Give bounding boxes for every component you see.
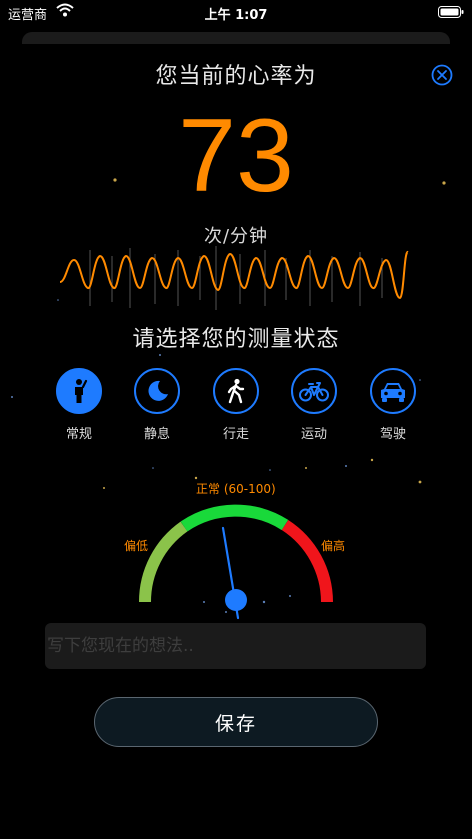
state-option-driving[interactable]: 驾驶 [363,368,423,442]
state-icon-wrapper [213,368,259,414]
gauge-normal-segment [180,504,289,532]
state-prompt: 请选择您的测量状态 [132,327,340,352]
state-icon-wrapper [56,368,102,414]
heart-rate-title: 您当前的心率为 [155,64,317,89]
note-input[interactable] [45,623,426,669]
bicycle-icon [299,382,329,402]
gauge-needle [221,526,247,620]
state-label: 运动 [300,427,327,442]
state-icon-wrapper [134,368,180,414]
state-icon-wrapper [291,368,337,414]
close-icon [431,64,453,86]
state-label: 静息 [143,427,170,442]
standing-person-icon [75,379,88,403]
close-button[interactable] [430,63,454,87]
gauge-low-segment [138,521,188,603]
state-label: 行走 [222,427,249,442]
state-option-walking[interactable]: 行走 [206,368,266,442]
heart-rate-unit: 次/分钟 [203,226,269,247]
walking-person-icon [227,378,245,404]
moon-icon [148,380,168,401]
heartbeat-waveform [60,246,409,310]
heart-rate-gauge [138,504,333,620]
state-icon-wrapper [370,368,416,414]
car-icon [381,383,405,402]
state-label: 常规 [65,427,92,442]
gauge-high-segment [281,519,333,603]
state-label: 驾驶 [379,427,406,442]
state-option-exercise[interactable]: 运动 [284,368,344,442]
save-button[interactable]: 保存 [94,697,378,747]
measurement-state-selector: 常规 静息 行走 运动 驾驶 [0,368,472,448]
state-option-regular[interactable]: 常规 [49,368,109,442]
heart-rate-value: 73 [178,98,294,214]
state-option-resting[interactable]: 静息 [127,368,187,442]
